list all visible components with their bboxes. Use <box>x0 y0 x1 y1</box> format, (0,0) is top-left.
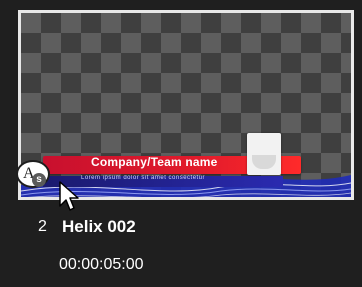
title-template-icon: A s <box>16 160 50 188</box>
clip-duration: 00:00:05:00 <box>59 256 144 273</box>
clip-thumbnail[interactable]: Company/Team name Lorem ipsum dolor sit … <box>21 13 351 197</box>
clip-name[interactable]: Helix 002 <box>62 217 136 237</box>
clip-thumbnail-frame[interactable]: Company/Team name Lorem ipsum dolor sit … <box>18 10 354 200</box>
badge-subletter: s <box>32 173 46 187</box>
placeholder-card <box>247 133 281 175</box>
clip-index: 2 <box>38 218 47 235</box>
lower-third-subtitle: Lorem ipsum dolor sit amet consectetur <box>81 175 206 181</box>
clip-tile[interactable]: Company/Team name Lorem ipsum dolor sit … <box>0 0 362 287</box>
mouse-pointer-icon <box>59 181 79 211</box>
